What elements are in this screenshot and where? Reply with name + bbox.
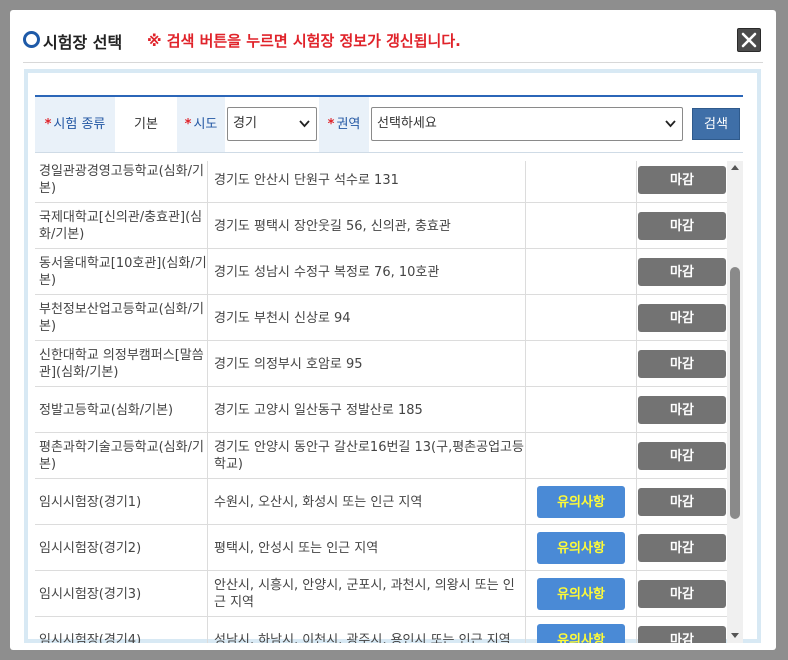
sido-select[interactable]: 경기 [227,107,317,141]
site-name: 경일관광경영고등학교(심화/기본) [35,161,208,203]
region-select[interactable]: 선택하세요 [371,107,683,141]
site-address: 경기도 의정부시 호암로 95 [208,341,526,387]
site-name: 정발고등학교(심화/기본) [35,387,208,433]
chevron-down-icon [299,120,310,128]
site-name: 부천정보산업고등학교(심화/기본) [35,295,208,341]
table-row: 임시시험장(경기1) 수원시, 오산시, 화성시 또는 인근 지역 유의사항 마감 [35,479,727,525]
status-cell: 마감 [637,387,727,433]
status-cell: 마감 [637,617,727,643]
chevron-down-icon [665,120,676,128]
close-button[interactable] [737,28,761,52]
notice-button[interactable]: 유의사항 [537,486,625,518]
scroll-thumb[interactable] [730,267,740,519]
site-address: 평택시, 안성시 또는 인근 지역 [208,525,526,571]
dialog-header: 시험장 선택 ※ 검색 버튼을 누르면 시험장 정보가 갱신됩니다. [23,28,763,52]
site-address: 경기도 안산시 단원구 석수로 131 [208,161,526,203]
site-address: 경기도 고양시 일산동구 정발산로 185 [208,387,526,433]
closed-status-button[interactable]: 마감 [638,304,726,332]
table-row: 국제대학교[신의관/충효관](심화/기본) 경기도 평택시 장안웃길 56, 신의… [35,203,727,249]
table-row: 정발고등학교(심화/기본) 경기도 고양시 일산동구 정발산로 185 마감 [35,387,727,433]
site-address: 성남시, 하남시, 이천시, 광주시, 용인시 또는 인근 지역 [208,617,526,643]
status-cell: 마감 [637,433,727,479]
refresh-notice: ※ 검색 버튼을 누르면 시험장 정보가 갱신됩니다. [147,32,461,50]
list-scrollbar[interactable] [727,161,743,643]
table-row: 동서울대학교[10호관](심화/기본) 경기도 성남시 수정구 복정로 76, 1… [35,249,727,295]
notice-cell [526,387,637,433]
site-name: 국제대학교[신의관/충효관](심화/기본) [35,203,208,249]
notice-cell: 유의사항 [526,571,637,617]
site-name: 임시시험장(경기4) [35,617,208,643]
site-name: 신한대학교 의정부캠퍼스[말씀관](심화/기본) [35,341,208,387]
notice-cell [526,295,637,341]
closed-status-button[interactable]: 마감 [638,534,726,562]
closed-status-button[interactable]: 마감 [638,626,726,643]
table-row: 임시시험장(경기2) 평택시, 안성시 또는 인근 지역 유의사항 마감 [35,525,727,571]
table-row: 임시시험장(경기4) 성남시, 하남시, 이천시, 광주시, 용인시 또는 인근 … [35,617,727,643]
notice-cell: 유의사항 [526,479,637,525]
site-address: 경기도 부천시 신상로 94 [208,295,526,341]
status-cell: 마감 [637,341,727,387]
site-address: 경기도 안양시 동안구 갈산로16번길 13(구,평촌공업고등학교) [208,433,526,479]
closed-status-button[interactable]: 마감 [638,580,726,608]
status-cell: 마감 [637,479,727,525]
exam-type-value: 기본 [134,117,158,132]
closed-status-button[interactable]: 마감 [638,350,726,378]
exam-site-dialog: 시험장 선택 ※ 검색 버튼을 누르면 시험장 정보가 갱신됩니다. * 시험 종… [10,10,776,650]
site-address: 수원시, 오산시, 화성시 또는 인근 지역 [208,479,526,525]
closed-status-button[interactable]: 마감 [638,166,726,194]
notice-cell [526,203,637,249]
closed-status-button[interactable]: 마감 [638,488,726,516]
notice-button[interactable]: 유의사항 [537,578,625,610]
status-cell: 마감 [637,295,727,341]
notice-cell: 유의사항 [526,525,637,571]
closed-status-button[interactable]: 마감 [638,258,726,286]
site-name: 동서울대학교[10호관](심화/기본) [35,249,208,295]
search-button[interactable]: 검색 [692,108,740,140]
dialog-title: 시험장 선택 [43,33,123,52]
notice-cell [526,249,637,295]
notice-cell [526,341,637,387]
notice-cell [526,433,637,479]
status-cell: 마감 [637,571,727,617]
region-label: * 권역 [319,97,369,152]
table-row: 부천정보산업고등학교(심화/기본) 경기도 부천시 신상로 94 마감 [35,295,727,341]
site-address: 안산시, 시흥시, 안양시, 군포시, 과천시, 의왕시 또는 인근 지역 [208,571,526,617]
notice-button[interactable]: 유의사항 [537,532,625,564]
notice-cell: 유의사항 [526,617,637,643]
site-address: 경기도 성남시 수정구 복정로 76, 10호관 [208,249,526,295]
site-name: 평촌과학기술고등학교(심화/기본) [35,433,208,479]
table-row: 임시시험장(경기3) 안산시, 시흥시, 안양시, 군포시, 과천시, 의왕시 또… [35,571,727,617]
table-row: 평촌과학기술고등학교(심화/기본) 경기도 안양시 동안구 갈산로16번길 13(… [35,433,727,479]
circle-bullet-icon [23,31,40,48]
closed-status-button[interactable]: 마감 [638,212,726,240]
table-row: 경일관광경영고등학교(심화/기본) 경기도 안산시 단원구 석수로 131 마감 [35,161,727,203]
notice-cell [526,161,637,203]
exam-site-list: 경일관광경영고등학교(심화/기본) 경기도 안산시 단원구 석수로 131 마감 국제… [35,161,743,643]
status-cell: 마감 [637,203,727,249]
site-name: 임시시험장(경기1) [35,479,208,525]
table-row: 신한대학교 의정부캠퍼스[말씀관](심화/기본) 경기도 의정부시 호암로 95 마… [35,341,727,387]
closed-status-button[interactable]: 마감 [638,396,726,424]
status-cell: 마감 [637,161,727,203]
content-frame: * 시험 종류 기본 * 시도 경기 * 권역 선택하세요 검색 경일관광경영고… [24,69,761,643]
scroll-up-arrow-icon[interactable] [731,165,739,170]
close-icon [741,32,757,48]
exam-type-label: * 시험 종류 [35,97,115,152]
sido-label: * 시도 [177,97,225,152]
filter-bar: * 시험 종류 기본 * 시도 경기 * 권역 선택하세요 검색 [35,95,743,153]
header-divider [23,62,763,63]
site-name: 임시시험장(경기2) [35,525,208,571]
site-name: 임시시험장(경기3) [35,571,208,617]
site-address: 경기도 평택시 장안웃길 56, 신의관, 충효관 [208,203,526,249]
status-cell: 마감 [637,525,727,571]
notice-button[interactable]: 유의사항 [537,624,625,643]
scroll-down-arrow-icon[interactable] [731,633,739,638]
status-cell: 마감 [637,249,727,295]
closed-status-button[interactable]: 마감 [638,442,726,470]
